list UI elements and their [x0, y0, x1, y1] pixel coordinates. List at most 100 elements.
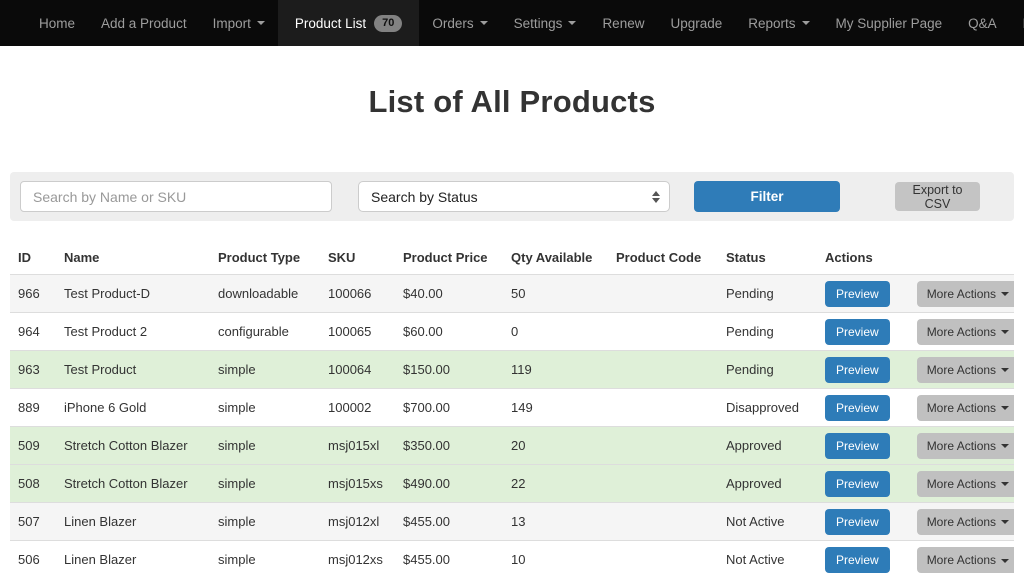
- nav-item-back-to-home-page[interactable]: Back to Home Page: [1010, 0, 1024, 46]
- preview-button[interactable]: Preview: [825, 547, 890, 573]
- cell-product-type: downloadable: [210, 275, 320, 313]
- nav-item-settings[interactable]: Settings: [501, 0, 590, 46]
- nav-item-home[interactable]: Home: [26, 0, 88, 46]
- page-title: List of All Products: [0, 84, 1024, 120]
- column-header-id: ID: [10, 244, 56, 275]
- preview-button[interactable]: Preview: [825, 433, 890, 459]
- cell-name: Stretch Cotton Blazer: [56, 427, 210, 465]
- cell-status: Disapproved: [718, 389, 817, 427]
- cell-status: Pending: [718, 351, 817, 389]
- cell-product-type: configurable: [210, 313, 320, 351]
- preview-button[interactable]: Preview: [825, 509, 890, 535]
- column-header-qty-available: Qty Available: [503, 244, 608, 275]
- cell-qty: 0: [503, 313, 608, 351]
- cell-price: $40.00: [395, 275, 503, 313]
- cell-product-type: simple: [210, 503, 320, 541]
- nav-label: Reports: [748, 16, 795, 31]
- preview-button[interactable]: Preview: [825, 471, 890, 497]
- more-actions-button[interactable]: More Actions: [917, 471, 1014, 497]
- status-select[interactable]: Search by Status: [358, 181, 670, 212]
- nav-label: Settings: [514, 16, 563, 31]
- table-row: 963 Test Product simple 100064 $150.00 1…: [10, 351, 1014, 389]
- nav-item-add-a-product[interactable]: Add a Product: [88, 0, 200, 46]
- chevron-down-icon: [1001, 406, 1009, 410]
- more-actions-button[interactable]: More Actions: [917, 509, 1014, 535]
- column-header-sku: SKU: [320, 244, 395, 275]
- preview-button[interactable]: Preview: [825, 281, 890, 307]
- cell-qty: 50: [503, 275, 608, 313]
- nav-label: Add a Product: [101, 16, 187, 31]
- cell-status: Not Active: [718, 503, 817, 541]
- cell-status: Not Active: [718, 541, 817, 579]
- product-count-badge: 70: [374, 15, 402, 32]
- cell-product-type: simple: [210, 465, 320, 503]
- cell-name: Test Product-D: [56, 275, 210, 313]
- more-actions-button[interactable]: More Actions: [917, 395, 1014, 421]
- chevron-down-icon: [1001, 292, 1009, 296]
- nav-item-import[interactable]: Import: [200, 0, 278, 46]
- cell-product-type: simple: [210, 351, 320, 389]
- cell-sku: 100064: [320, 351, 395, 389]
- column-header-actions: Actions: [817, 244, 1014, 275]
- cell-status: Pending: [718, 313, 817, 351]
- cell-status: Approved: [718, 465, 817, 503]
- nav-item-orders[interactable]: Orders: [419, 0, 500, 46]
- nav-item-upgrade[interactable]: Upgrade: [657, 0, 735, 46]
- cell-product-type: simple: [210, 427, 320, 465]
- more-actions-button[interactable]: More Actions: [917, 357, 1014, 383]
- nav-item-renew[interactable]: Renew: [589, 0, 657, 46]
- more-actions-button[interactable]: More Actions: [917, 319, 1014, 345]
- cell-name: Test Product: [56, 351, 210, 389]
- nav-label: Orders: [432, 16, 473, 31]
- preview-button[interactable]: Preview: [825, 319, 890, 345]
- cell-price: $60.00: [395, 313, 503, 351]
- cell-sku: msj015xs: [320, 465, 395, 503]
- table-row: 509 Stretch Cotton Blazer simple msj015x…: [10, 427, 1014, 465]
- column-header-product-type: Product Type: [210, 244, 320, 275]
- filter-bar: Search by Status Filter Export to CSV: [10, 172, 1014, 221]
- nav-item-my-supplier-page[interactable]: My Supplier Page: [823, 0, 956, 46]
- cell-id: 507: [10, 503, 56, 541]
- cell-product-code: [608, 465, 718, 503]
- cell-qty: 149: [503, 389, 608, 427]
- cell-qty: 119: [503, 351, 608, 389]
- status-select-value: Search by Status: [371, 189, 478, 205]
- more-actions-button[interactable]: More Actions: [917, 433, 1014, 459]
- cell-sku: msj015xl: [320, 427, 395, 465]
- more-actions-button[interactable]: More Actions: [917, 281, 1014, 307]
- cell-qty: 10: [503, 541, 608, 579]
- cell-id: 889: [10, 389, 56, 427]
- cell-qty: 20: [503, 427, 608, 465]
- more-actions-button[interactable]: More Actions: [917, 547, 1014, 573]
- export-to-csv-button[interactable]: Export to CSV: [895, 182, 980, 211]
- cell-sku: 100066: [320, 275, 395, 313]
- cell-product-type: simple: [210, 541, 320, 579]
- chevron-down-icon: [1001, 559, 1009, 563]
- search-input[interactable]: [20, 181, 332, 212]
- preview-button[interactable]: Preview: [825, 357, 890, 383]
- cell-status: Approved: [718, 427, 817, 465]
- cell-sku: 100002: [320, 389, 395, 427]
- cell-product-type: simple: [210, 389, 320, 427]
- chevron-down-icon: [1001, 444, 1009, 448]
- cell-id: 963: [10, 351, 56, 389]
- nav-item-qa[interactable]: Q&A: [955, 0, 1010, 46]
- cell-product-code: [608, 275, 718, 313]
- cell-sku: 100065: [320, 313, 395, 351]
- nav-item-product-list[interactable]: Product List70: [278, 0, 420, 46]
- nav-label: Import: [213, 16, 251, 31]
- chevron-down-icon: [1001, 368, 1009, 372]
- table-row: 506 Linen Blazer simple msj012xs $455.00…: [10, 541, 1014, 579]
- column-header-product-price: Product Price: [395, 244, 503, 275]
- table-row: 507 Linen Blazer simple msj012xl $455.00…: [10, 503, 1014, 541]
- cell-sku: msj012xs: [320, 541, 395, 579]
- cell-name: Linen Blazer: [56, 503, 210, 541]
- cell-product-code: [608, 541, 718, 579]
- preview-button[interactable]: Preview: [825, 395, 890, 421]
- nav-item-reports[interactable]: Reports: [735, 0, 822, 46]
- cell-id: 966: [10, 275, 56, 313]
- cell-product-code: [608, 389, 718, 427]
- cell-id: 964: [10, 313, 56, 351]
- filter-button[interactable]: Filter: [694, 181, 840, 212]
- table-row: 964 Test Product 2 configurable 100065 $…: [10, 313, 1014, 351]
